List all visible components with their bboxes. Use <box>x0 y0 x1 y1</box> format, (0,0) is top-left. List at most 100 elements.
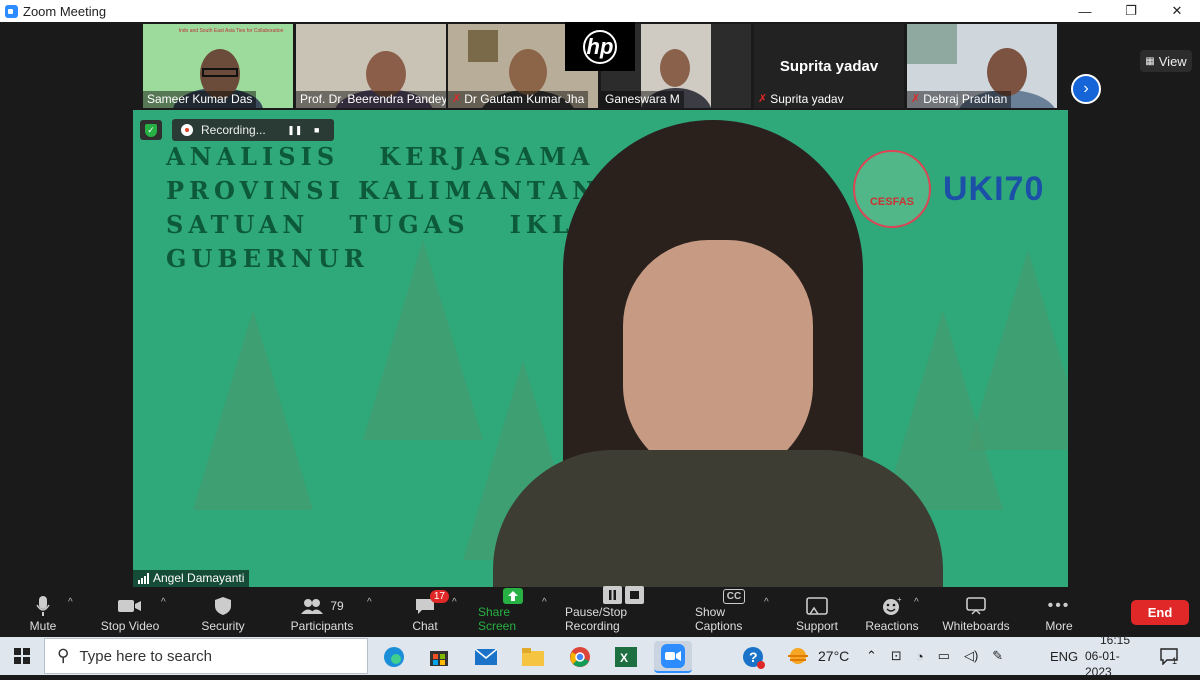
mute-button[interactable]: Mute <box>22 587 64 637</box>
pause-recording-icon[interactable]: ❚❚ <box>287 123 302 137</box>
participant-gallery: Indo and South East Asia Ties for Collab… <box>0 22 1200 110</box>
uki-logo-text: UKI70 <box>943 170 1045 208</box>
wifi-icon[interactable]: ◔ <box>916 649 924 664</box>
volume-icon[interactable]: ◁) <box>964 648 978 664</box>
video-off-name: Suprita yadav <box>779 58 879 75</box>
more-label: More <box>1045 619 1073 633</box>
speaker-name-label: Angel Damayanti <box>133 570 250 587</box>
recording-dot-icon <box>181 124 193 136</box>
edge-app-icon[interactable] <box>375 641 413 673</box>
zoom-taskbar-icon[interactable] <box>654 641 692 673</box>
recording-indicator: Recording... ❚❚ ■ <box>172 119 334 141</box>
end-meeting-button[interactable]: End <box>1131 600 1189 625</box>
participant-name: ✗ Suprita yadav <box>754 91 848 108</box>
help-icon[interactable]: ? <box>734 641 772 673</box>
view-button[interactable]: ▦ View <box>1140 50 1192 72</box>
more-icon: ••• <box>1047 597 1071 614</box>
participant-name: ✗ Dr Gautam Kumar Jha <box>448 91 589 108</box>
chevron-up-icon[interactable]: ^ <box>764 597 769 608</box>
mail-app-icon[interactable] <box>467 641 505 673</box>
svg-text:?: ? <box>749 649 758 665</box>
pause-stop-recording-button[interactable]: Pause/Stop Recording <box>565 585 683 637</box>
window-titlebar: Zoom Meeting — ❐ ✕ <box>0 0 1200 22</box>
svg-text:+: + <box>897 596 902 604</box>
participant-tile[interactable]: Prof. Dr. Beerendra Pandey <box>296 24 446 108</box>
support-label: Support <box>795 619 839 633</box>
store-app-icon[interactable] <box>420 641 458 673</box>
close-button[interactable]: ✕ <box>1154 0 1200 22</box>
pen-icon[interactable]: ✎ <box>992 648 1003 664</box>
chevron-up-icon[interactable]: ^ <box>161 597 166 608</box>
hp-logo: hp <box>565 22 635 71</box>
share-screen-label: Share Screen <box>478 605 517 633</box>
participant-name-text: Prof. Dr. Beerendra Pandey <box>300 92 446 106</box>
participant-tile[interactable]: Indo and South East Asia Ties for Collab… <box>143 24 293 108</box>
participant-name: Prof. Dr. Beerendra Pandey <box>296 91 446 108</box>
stop-video-button[interactable]: Stop Video <box>95 587 165 637</box>
search-placeholder: Type here to search <box>79 647 213 665</box>
weather-widget[interactable]: 27°C <box>786 637 849 675</box>
chat-icon: 17 <box>415 590 449 619</box>
people-icon: 79 <box>300 593 344 619</box>
participants-button[interactable]: 79 Participants <box>288 587 356 637</box>
grid-icon: ▦ <box>1145 55 1155 67</box>
participant-name: Ganeswara M <box>601 91 684 108</box>
system-tray: ⌃ ⊡ ◔ ▭ ◁) ✎ <box>866 637 1003 675</box>
zoom-app-icon <box>5 4 18 18</box>
show-captions-button[interactable]: CC Show Captions <box>695 587 773 637</box>
main-speaker-video: ANALISIS KERJASAMA PEME PROVINSI KALIMANT… <box>133 110 1068 587</box>
share-screen-button[interactable]: Share Screen <box>478 587 548 637</box>
camera-tray-icon[interactable]: ⊡ <box>891 648 902 664</box>
speaker-person <box>493 120 943 587</box>
chevron-up-icon[interactable]: ^ <box>367 597 372 608</box>
windows-start-icon[interactable] <box>0 637 44 675</box>
mic-muted-icon: ✗ <box>452 93 462 105</box>
shield-icon <box>214 593 232 619</box>
tree-decoration <box>968 250 1068 450</box>
participant-count: 79 <box>330 599 344 613</box>
security-label: Security <box>201 619 245 633</box>
show-captions-label: Show Captions <box>695 605 743 633</box>
chevron-right-icon[interactable]: › <box>1071 74 1101 104</box>
battery-icon[interactable]: ▭ <box>938 648 950 664</box>
participant-tile[interactable]: Suprita yadav ✗ Suprita yadav <box>754 24 904 108</box>
participants-label: Participants <box>290 619 354 633</box>
language-indicator[interactable]: ENG <box>1050 637 1078 675</box>
pause-stop-icon <box>602 585 646 605</box>
participant-tile[interactable]: ✗ Debraj Pradhan <box>907 24 1057 108</box>
clock[interactable]: 16:15 06-01-2023 <box>1085 633 1145 679</box>
chevron-up-icon[interactable]: ^ <box>452 597 457 608</box>
chevron-up-icon[interactable]: ⌃ <box>866 648 877 664</box>
stop-video-label: Stop Video <box>100 619 160 633</box>
reactions-button[interactable]: + Reactions <box>865 587 919 637</box>
chevron-up-icon[interactable]: ^ <box>68 597 73 608</box>
camera-icon <box>117 593 143 619</box>
mute-label: Mute <box>29 619 57 633</box>
clock-time: 16:15 <box>1099 633 1131 647</box>
chevron-up-icon[interactable]: ^ <box>914 597 919 608</box>
file-explorer-icon[interactable] <box>514 641 552 673</box>
support-button[interactable]: Support <box>793 587 841 637</box>
chevron-up-icon[interactable]: ^ <box>542 597 547 608</box>
excel-app-icon[interactable]: X <box>607 641 645 673</box>
participant-name-text: Debraj Pradhan <box>923 92 1008 106</box>
reactions-label: Reactions <box>865 619 919 633</box>
security-button[interactable]: Security <box>198 587 248 637</box>
meeting-toolbar: Mute ^ Stop Video ^ Security 79 Particip… <box>0 585 1200 637</box>
notification-button[interactable]: 1 <box>1160 637 1178 675</box>
minimize-button[interactable]: — <box>1062 0 1108 22</box>
microphone-icon <box>36 593 50 619</box>
chat-button[interactable]: 17 Chat <box>405 587 449 637</box>
svg-text:X: X <box>620 651 628 665</box>
security-shield-icon[interactable]: ✓ <box>140 120 162 140</box>
more-button[interactable]: ••• More <box>1040 587 1078 637</box>
cc-icon-text: CC <box>722 588 746 604</box>
stop-recording-icon[interactable]: ■ <box>310 123 324 137</box>
whiteboards-button[interactable]: Whiteboards <box>940 587 1012 637</box>
restore-button[interactable]: ❐ <box>1108 0 1154 22</box>
taskbar-search-input[interactable]: ⚲ Type here to search <box>44 638 368 674</box>
notification-count: 1 <box>1172 656 1178 666</box>
weather-temp: 27°C <box>818 648 850 664</box>
chrome-app-icon[interactable] <box>561 641 599 673</box>
mic-muted-icon: ✗ <box>758 93 768 105</box>
